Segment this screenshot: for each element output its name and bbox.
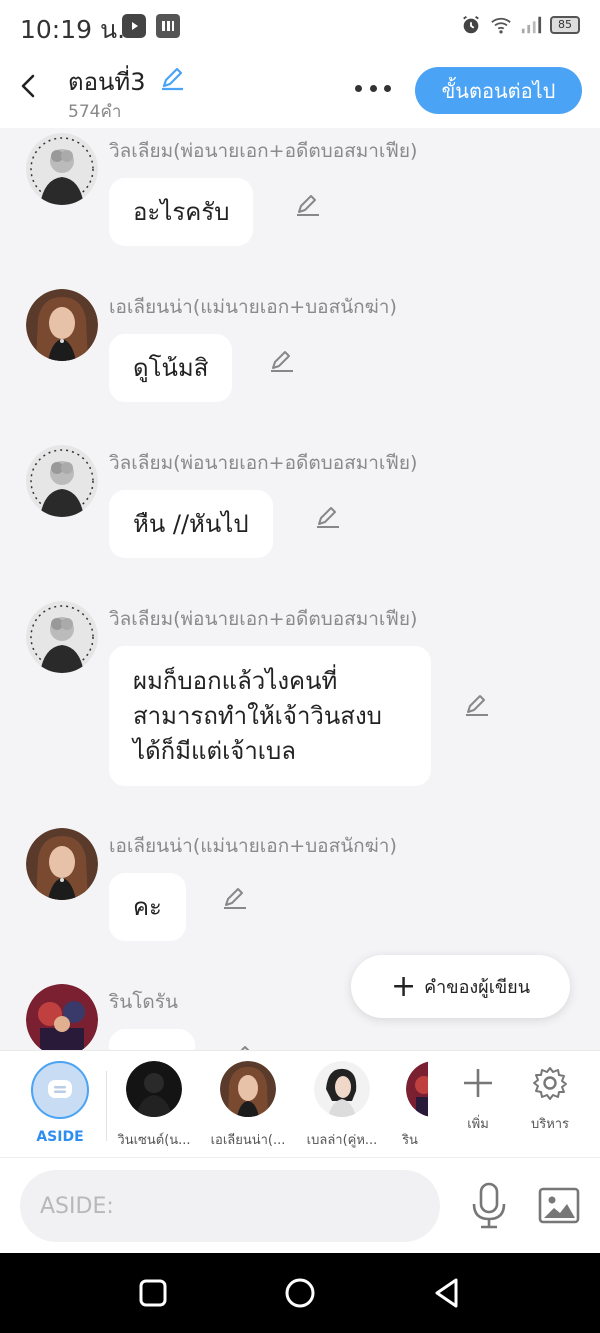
avatar-eleanna[interactable] (26, 828, 98, 900)
character-bar: ASIDE วินเซนต์(น... เอเลียนน่า(... เบลล่… (0, 1050, 600, 1157)
avatar-william[interactable] (26, 133, 98, 205)
character-rin[interactable]: ริน (392, 1061, 428, 1150)
divider (106, 1071, 107, 1141)
plus-icon: + (390, 968, 417, 1004)
next-step-button[interactable]: ขั้นตอนต่อไป (415, 67, 582, 114)
wifi-icon (491, 17, 511, 34)
character-eleanna[interactable]: เอเลียนน่า(... (204, 1061, 292, 1150)
edit-message-button[interactable] (312, 502, 342, 532)
message-input[interactable] (20, 1170, 440, 1242)
avatar-william[interactable] (26, 445, 98, 517)
edit-icon (162, 67, 183, 91)
author-note-button[interactable]: + คำของผู้เขียน (351, 955, 570, 1018)
home-icon (285, 1278, 315, 1308)
aside-label: ASIDE (36, 1129, 84, 1145)
alarm-icon (463, 15, 479, 34)
character-name: วินเซนต์(น... (117, 1133, 191, 1148)
sender-name: เอเลียนน่า(แม่นายเอก+บอสนักฆ่า) (109, 835, 397, 857)
recents-icon (139, 1279, 167, 1307)
more-icon (355, 84, 362, 92)
sender-name: วิลเลียม(พ่อนายเอก+อดีตบอสมาเฟีย) (109, 452, 418, 474)
character-name: เอเลียนน่า(... (210, 1133, 286, 1148)
avatar (406, 1061, 428, 1117)
app-notification-icon (156, 14, 180, 38)
message-text: หืน //หันไป (133, 509, 249, 538)
edit-message-button[interactable] (219, 883, 249, 913)
word-count: 574คำ (68, 102, 122, 122)
message-bubble[interactable]: คะ (109, 873, 186, 941)
system-nav-bar (0, 1253, 600, 1333)
manage-characters-button[interactable]: บริหาร (522, 1065, 578, 1134)
avatar-eleanna[interactable] (26, 289, 98, 361)
add-character-button[interactable]: เพิ่ม (452, 1065, 504, 1134)
edit-icon (297, 195, 319, 216)
gear-icon (533, 1067, 567, 1100)
aside-avatar (31, 1061, 89, 1119)
status-bar: 10:19 น. 85 (0, 0, 600, 52)
character-name: ริน (402, 1133, 418, 1148)
microphone-button[interactable] (470, 1182, 508, 1230)
image-button[interactable] (538, 1186, 580, 1226)
character-aside[interactable]: ASIDE (20, 1061, 100, 1145)
edit-icon (271, 351, 293, 372)
sender-name: วิลเลียม(พ่อนายเอก+อดีตบอสมาเฟีย) (109, 608, 418, 630)
edit-icon (240, 1046, 250, 1050)
character-vincent[interactable]: วินเซนต์(น... (110, 1061, 198, 1150)
edit-icon (466, 695, 488, 716)
sender-name: รินโดรัน (109, 991, 178, 1013)
header: ตอนที่3 574คำ ขั้นตอนต่อไป (0, 52, 600, 128)
page-title: ตอนที่3 (68, 68, 146, 96)
youtube-app-icon (122, 14, 146, 38)
avatar (126, 1061, 182, 1117)
image-icon (538, 1187, 580, 1224)
chat-bubble-icon (48, 1080, 72, 1098)
back-icon (21, 74, 35, 98)
home-button[interactable] (282, 1275, 318, 1311)
mic-icon (472, 1182, 506, 1229)
recents-button[interactable] (135, 1275, 171, 1311)
battery-icon: 85 (550, 16, 580, 34)
sender-name: เอเลียนน่า(แม่นายเอก+บอสนักฆ่า) (109, 296, 397, 318)
message-bubble[interactable]: ผมก็บอกแล้วไงคนที่ สามารถทำให้เจ้าวินสงบ… (109, 646, 431, 786)
avatar (220, 1061, 276, 1117)
edit-message-button[interactable] (292, 190, 322, 220)
back-button[interactable] (12, 70, 44, 102)
edit-title-button[interactable] (158, 64, 186, 92)
message-text: คะ (133, 892, 162, 921)
message-text: ผมก็บอกแล้วไงคนที่ สามารถทำให้เจ้าวินสงบ… (133, 667, 382, 765)
character-name: เบลล่า(คู่ห... (306, 1133, 378, 1148)
edit-message-button[interactable] (226, 1041, 256, 1050)
message-bubble[interactable]: ดูโน้มสิ (109, 334, 233, 402)
status-time: 10:19 น. (20, 15, 126, 44)
edit-icon (317, 507, 339, 528)
message-bubble[interactable] (109, 1029, 195, 1050)
sender-name: วิลเลียม(พ่อนายเอก+อดีตบอสมาเฟีย) (109, 140, 418, 162)
chat-area: วิลเลียม(พ่อนายเอก+อดีตบอสมาเฟีย) อะไรคร… (0, 128, 600, 1050)
message-bubble[interactable]: หืน //หันไป (109, 490, 273, 558)
more-options-button[interactable] (352, 74, 394, 102)
avatar (314, 1061, 370, 1117)
edit-icon (224, 888, 246, 909)
plus-icon (464, 1069, 492, 1097)
avatar-william[interactable] (26, 601, 98, 673)
signal-icon (521, 16, 542, 34)
input-bar (0, 1157, 600, 1253)
edit-message-button[interactable] (461, 690, 491, 720)
manage-label: บริหาร (530, 1117, 570, 1132)
character-bella[interactable]: เบลล่า(คู่ห... (298, 1061, 386, 1150)
system-back-button[interactable] (429, 1275, 465, 1311)
message-bubble[interactable]: อะไรครับ (109, 178, 254, 246)
avatar-rindoran[interactable] (26, 984, 98, 1050)
nav-back-icon (435, 1278, 458, 1308)
message-text: อะไรครับ (133, 197, 230, 226)
message-text: ดูโน้มสิ (133, 353, 209, 382)
author-note-label: คำของผู้เขียน (424, 977, 531, 998)
edit-message-button[interactable] (266, 346, 296, 376)
add-label: เพิ่ม (467, 1117, 489, 1132)
